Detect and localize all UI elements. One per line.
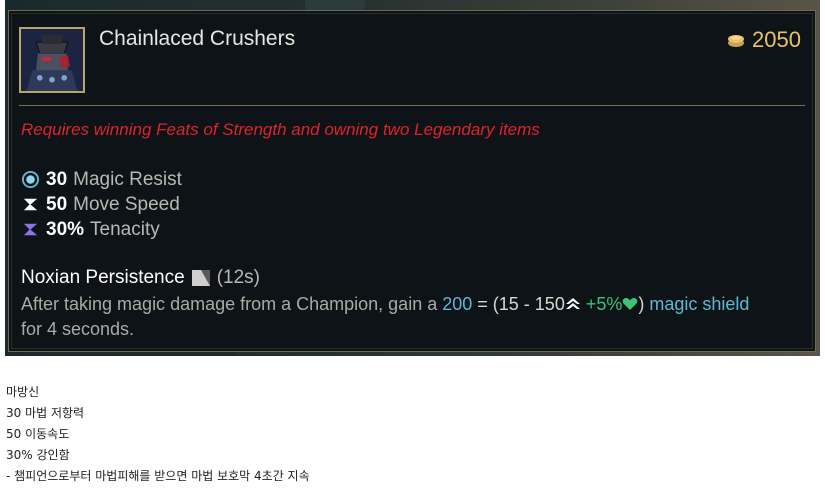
stat-value: 30% <box>46 218 85 240</box>
stat-label: Tenacity <box>90 218 160 240</box>
stat-list: 30 Magic Resist 50 Move Speed 30% Tenaci… <box>21 167 182 242</box>
stat-label: Move Speed <box>73 193 180 215</box>
shield-value: 200 <box>442 294 473 314</box>
note-line: 30% 강인함 <box>6 448 70 462</box>
health-scaling: +5% <box>580 294 623 314</box>
desc-text: After taking magic damage from a Champio… <box>21 294 443 314</box>
passive-header: Noxian Persistence (12s) <box>21 267 260 289</box>
cooldown-icon <box>191 269 211 287</box>
stat-value: 30 <box>46 168 68 190</box>
note-line: 50 이동속도 <box>6 427 70 441</box>
korean-notes: 마방신 30 마법 저항력 50 이동속도 30% 강인함 - 챔피언으로부터 … <box>6 382 310 487</box>
stat-label: Magic Resist <box>73 168 182 190</box>
shield-formula: = (15 - 150 <box>472 294 565 314</box>
passive-cooldown: (12s) <box>216 267 260 288</box>
item-requirement: Requires winning Feats of Strength and o… <box>21 120 540 139</box>
item-tooltip: Chainlaced Crushers 2050 Requires winnin… <box>8 10 816 352</box>
note-line: 마방신 <box>6 385 40 399</box>
item-name: Chainlaced Crushers <box>99 27 296 50</box>
chainlaced-crushers-item-icon <box>19 27 85 93</box>
item-cost-value: 2050 <box>752 27 801 52</box>
health-icon <box>622 297 638 311</box>
item-cost: 2050 <box>726 27 801 53</box>
magic-resist-icon <box>21 170 40 189</box>
stat-magic-resist: 30 Magic Resist <box>21 167 182 192</box>
stat-tenacity: 30% Tenacity <box>21 217 182 242</box>
move-speed-icon <box>21 195 40 214</box>
level-scaling-icon <box>565 297 581 311</box>
passive-name: Noxian Persistence <box>21 267 185 288</box>
tenacity-icon <box>21 220 40 239</box>
note-line: 30 마법 저항력 <box>6 406 85 420</box>
stat-value: 50 <box>46 193 68 215</box>
desc-text: for 4 seconds. <box>21 319 135 339</box>
note-line: - 챔피언으로부터 마법피해를 받으면 마법 보호막 4초간 지속 <box>6 469 310 483</box>
shield-label: magic shield <box>644 294 750 314</box>
gold-coins-icon <box>726 32 746 48</box>
stat-move-speed: 50 Move Speed <box>21 192 182 217</box>
divider <box>19 105 805 106</box>
passive-description: After taking magic damage from a Champio… <box>21 292 801 342</box>
